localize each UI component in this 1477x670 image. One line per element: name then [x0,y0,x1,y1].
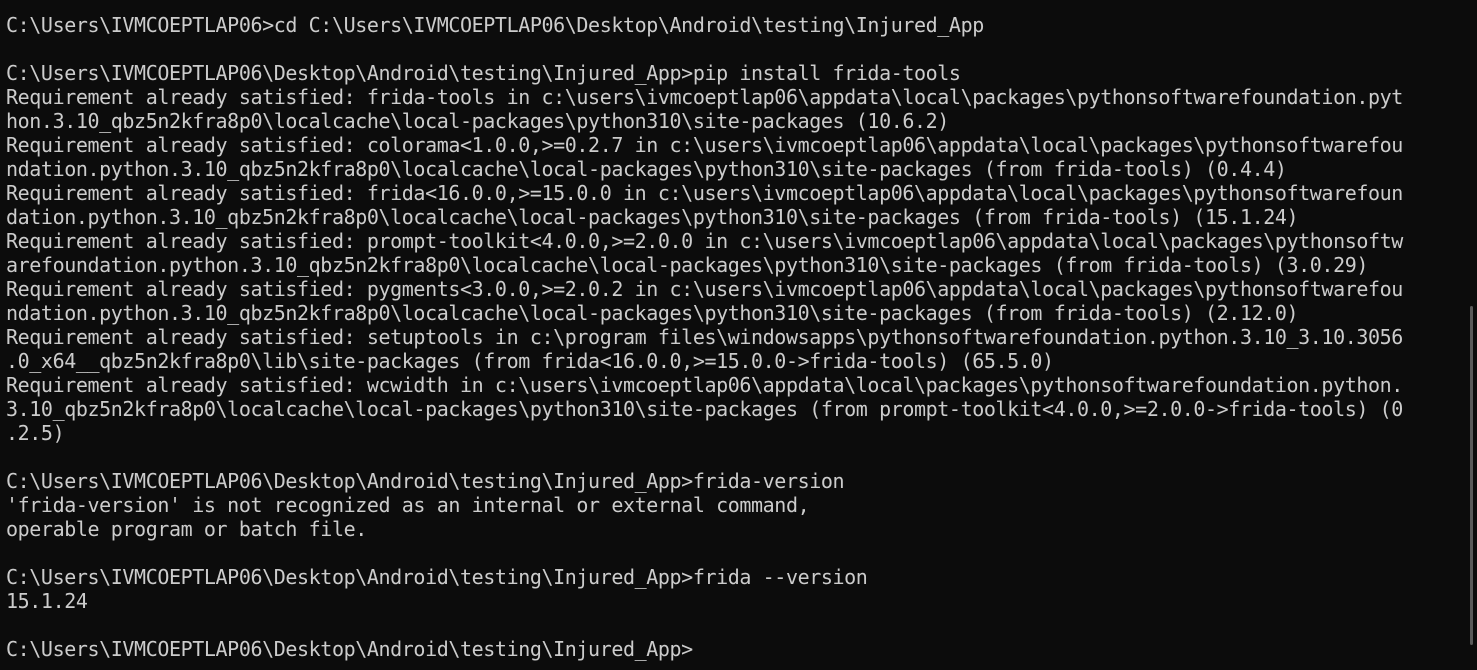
terminal-line: C:\Users\IVMCOEPTLAP06\Desktop\Android\t… [6,565,868,589]
terminal-line: Requirement already satisfied: pygments<… [6,277,1403,301]
terminal-line: .0_x64__qbz5n2kfra8p0\lib\site-packages … [6,349,1054,373]
terminal-line: ndation.python.3.10_qbz5n2kfra8p0\localc… [6,301,1299,325]
terminal-line: hon.3.10_qbz5n2kfra8p0\localcache\local-… [6,109,949,133]
terminal-output: C:\Users\IVMCOEPTLAP06>cd C:\Users\IVMCO… [6,13,1477,661]
terminal-line: 'frida-version' is not recognized as an … [6,493,810,517]
terminal-line: Requirement already satisfied: colorama<… [6,133,1403,157]
terminal-line: 3.10_qbz5n2kfra8p0\localcache\local-pack… [6,397,1403,421]
terminal-line: 15.1.24 [6,589,88,613]
terminal-line: arefoundation.python.3.10_qbz5n2kfra8p0\… [6,253,1368,277]
vertical-scrollbar[interactable] [1470,306,1473,645]
terminal-line: C:\Users\IVMCOEPTLAP06>cd C:\Users\IVMCO… [6,13,984,37]
terminal-line: Requirement already satisfied: frida-too… [6,85,1403,109]
terminal-line: .2.5) [6,421,65,445]
terminal-line: ndation.python.3.10_qbz5n2kfra8p0\localc… [6,157,1287,181]
terminal-line: Requirement already satisfied: frida<16.… [6,181,1403,205]
terminal-window[interactable]: C:\Users\IVMCOEPTLAP06>cd C:\Users\IVMCO… [0,0,1477,670]
prompt-line[interactable]: C:\Users\IVMCOEPTLAP06\Desktop\Android\t… [6,637,1477,661]
terminal-line: Requirement already satisfied: wcwidth i… [6,373,1403,397]
terminal-line: C:\Users\IVMCOEPTLAP06\Desktop\Android\t… [6,469,845,493]
terminal-line: dation.python.3.10_qbz5n2kfra8p0\localca… [6,205,1299,229]
terminal-line: Requirement already satisfied: setuptool… [6,325,1403,349]
terminal-line: C:\Users\IVMCOEPTLAP06\Desktop\Android\t… [6,61,961,85]
terminal-line: Requirement already satisfied: prompt-to… [6,229,1403,253]
terminal-line: operable program or batch file. [6,517,367,541]
